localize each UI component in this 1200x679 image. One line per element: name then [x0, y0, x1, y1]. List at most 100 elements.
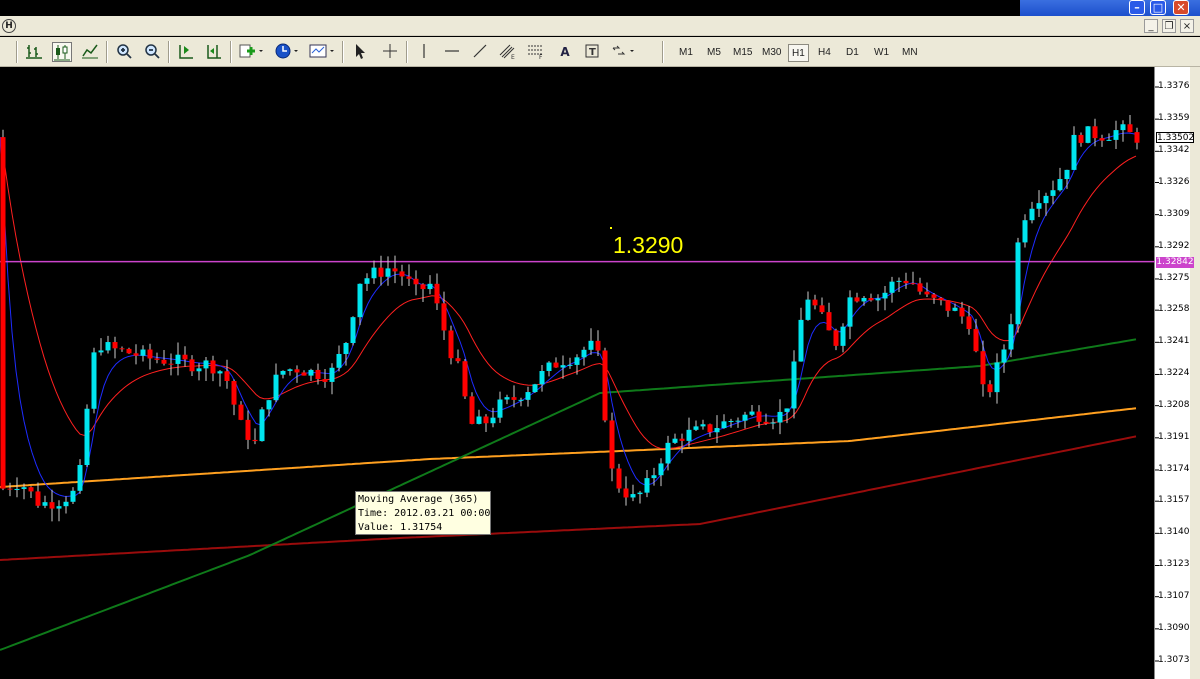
vertical-line-icon[interactable] — [414, 42, 434, 62]
minimize-button[interactable]: – — [1129, 0, 1145, 15]
ma-orange-line — [0, 407, 1137, 488]
arrows-icon[interactable] — [610, 42, 640, 62]
bull-candle — [336, 353, 342, 368]
templates-icon[interactable] — [308, 42, 336, 62]
bull-candle — [1085, 126, 1091, 143]
fibonacci-icon[interactable]: F — [526, 42, 546, 62]
bar-chart-icon[interactable] — [24, 42, 44, 62]
vertical-scrollbar[interactable] — [1190, 67, 1200, 679]
bull-candle — [742, 414, 748, 421]
bull-candle — [1113, 130, 1119, 140]
bear-candle — [7, 488, 13, 490]
chart-canvas[interactable] — [0, 67, 1200, 679]
bear-candle — [441, 303, 447, 331]
bull-candle — [504, 397, 510, 400]
timeframe-mn[interactable]: MN — [899, 44, 921, 62]
bear-candle — [210, 360, 216, 374]
bear-candle — [413, 278, 419, 285]
price-chart[interactable]: 1.33765 1.33595 1.33425 1.33260 1.33090 1.329… — [0, 67, 1200, 679]
current-price-label: 1.33502 — [1156, 131, 1195, 143]
bear-candle — [49, 502, 55, 509]
bull-candle — [1106, 139, 1112, 141]
mdi-minimize-icon[interactable]: _ — [1144, 19, 1158, 33]
bear-candle — [133, 353, 139, 356]
bull-candle — [581, 349, 587, 358]
bull-candle — [658, 463, 664, 476]
bear-candle — [483, 416, 489, 424]
bull-candle — [693, 426, 699, 430]
hline-price-box: 1.32842 — [1156, 256, 1194, 268]
bull-candle — [427, 283, 433, 290]
bear-candle — [959, 307, 965, 317]
bear-candle — [616, 468, 622, 489]
bull-candle — [1015, 242, 1021, 325]
zoom-out-icon[interactable] — [142, 42, 162, 62]
bull-candle — [273, 374, 279, 401]
bear-candle — [609, 420, 615, 469]
bear-candle — [420, 284, 426, 290]
bull-candle — [105, 342, 111, 351]
text-tool-icon[interactable]: A — [555, 42, 575, 62]
maximize-button[interactable]: □ — [1150, 0, 1166, 15]
bull-candle — [1008, 324, 1014, 350]
text-label-icon[interactable]: T — [582, 42, 602, 62]
toolbar-separator — [16, 41, 18, 63]
bear-candle — [903, 280, 909, 284]
crosshair-icon[interactable] — [380, 42, 400, 62]
timeframe-m5[interactable]: M5 — [704, 44, 724, 62]
indicator-tooltip: Moving Average (365) Time: 2012.03.21 00… — [355, 491, 491, 535]
bear-candle — [910, 283, 916, 285]
line-chart-icon[interactable] — [80, 42, 100, 62]
bear-candle — [112, 342, 118, 349]
timeframe-d1[interactable]: D1 — [843, 44, 862, 62]
bull-candle — [882, 292, 888, 299]
bull-candle — [770, 422, 776, 424]
indicators-icon[interactable] — [238, 42, 264, 62]
timeframe-h4[interactable]: H4 — [815, 44, 834, 62]
help-icon[interactable]: H — [2, 19, 16, 33]
bull-candle — [791, 361, 797, 409]
bear-candle — [35, 491, 41, 506]
bear-candle — [763, 421, 769, 424]
bull-candle — [1071, 134, 1077, 170]
bull-candle — [644, 478, 650, 493]
timeframe-w1[interactable]: W1 — [871, 44, 892, 62]
toolbar: E F A T M1 M5 M15 M30 H1 H4 D1 W1 MN — [0, 37, 1200, 67]
timeframe-m15[interactable]: M15 — [730, 44, 755, 62]
bull-candle — [266, 400, 272, 410]
chart-shift-icon[interactable] — [204, 42, 224, 62]
bull-candle — [749, 411, 755, 415]
bull-candle — [203, 360, 209, 369]
trendline-icon[interactable] — [470, 42, 490, 62]
bull-candle — [70, 490, 76, 502]
horizontal-line-icon[interactable] — [442, 42, 462, 62]
bear-candle — [819, 305, 825, 313]
menu-bar: H _ ❐ × — [0, 16, 1200, 36]
auto-scroll-icon[interactable] — [176, 42, 196, 62]
timeframe-m30[interactable]: M30 — [759, 44, 784, 62]
timeframe-m1[interactable]: M1 — [676, 44, 696, 62]
bull-candle — [175, 354, 181, 364]
zoom-in-icon[interactable] — [114, 42, 134, 62]
bear-candle — [161, 359, 167, 364]
bear-candle — [826, 312, 832, 331]
bull-candle — [91, 352, 97, 409]
bull-candle — [784, 408, 790, 412]
mdi-close-icon[interactable]: × — [1180, 19, 1194, 33]
mdi-restore-icon[interactable]: ❐ — [1162, 19, 1176, 33]
bull-candle — [63, 501, 69, 507]
bull-candle — [259, 409, 265, 442]
toolbar-separator — [106, 41, 108, 63]
cursor-icon[interactable] — [350, 42, 370, 62]
candlestick-chart-icon[interactable] — [52, 42, 72, 62]
bear-candle — [553, 362, 559, 368]
bull-candle — [728, 420, 734, 422]
bear-candle — [224, 371, 230, 381]
close-button[interactable]: ✕ — [1173, 0, 1189, 15]
equidistant-channel-icon[interactable]: E — [498, 42, 518, 62]
periods-icon[interactable] — [274, 42, 300, 62]
bull-candle — [875, 298, 881, 301]
bear-candle — [511, 397, 517, 400]
timeframe-h1[interactable]: H1 — [788, 44, 809, 62]
bear-candle — [252, 439, 258, 442]
